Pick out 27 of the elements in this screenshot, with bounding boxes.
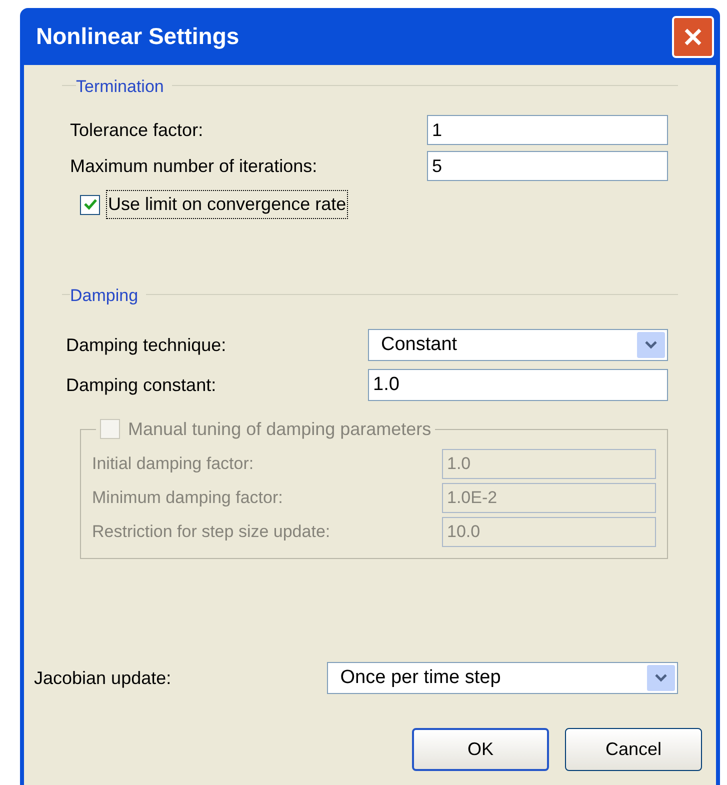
close-button[interactable] <box>672 16 714 58</box>
dialog-button[interactable]: OK <box>412 728 549 771</box>
close-icon <box>683 26 703 46</box>
dropdown-arrow-button[interactable] <box>647 665 675 691</box>
dropdown-value: Once per time step <box>340 666 502 690</box>
window-title: Nonlinear Settings <box>36 22 240 52</box>
dropdown-arrow-button[interactable] <box>637 332 665 358</box>
chevron-down-icon <box>645 340 657 350</box>
dropdown-value: Constant <box>381 332 458 357</box>
field-label: Jacobian update: <box>34 666 172 690</box>
field-label: Minimum damping factor: <box>92 487 284 510</box>
checkbox[interactable] <box>80 194 100 214</box>
dropdown[interactable]: Once per time step <box>327 662 678 694</box>
field-label: Damping constant: <box>66 374 218 397</box>
dialog-button[interactable]: Cancel <box>565 728 702 771</box>
chevron-down-icon <box>655 674 667 682</box>
text-field[interactable]: 1 <box>426 115 668 145</box>
field-label: Restriction for step size update: <box>92 521 332 544</box>
text-field[interactable]: 1.0 <box>368 369 668 401</box>
dropdown[interactable]: Constant <box>368 329 668 361</box>
field-label: Initial damping factor: <box>92 453 255 476</box>
text-field[interactable]: 5 <box>426 151 668 181</box>
field-label: Damping technique: <box>66 334 228 357</box>
field-label: Tolerance factor: <box>70 118 204 142</box>
field-label: Maximum number of iterations: <box>70 154 318 178</box>
checkbox-label[interactable]: Use limit on convergence rate <box>106 190 348 219</box>
checkmark-icon <box>84 199 96 210</box>
